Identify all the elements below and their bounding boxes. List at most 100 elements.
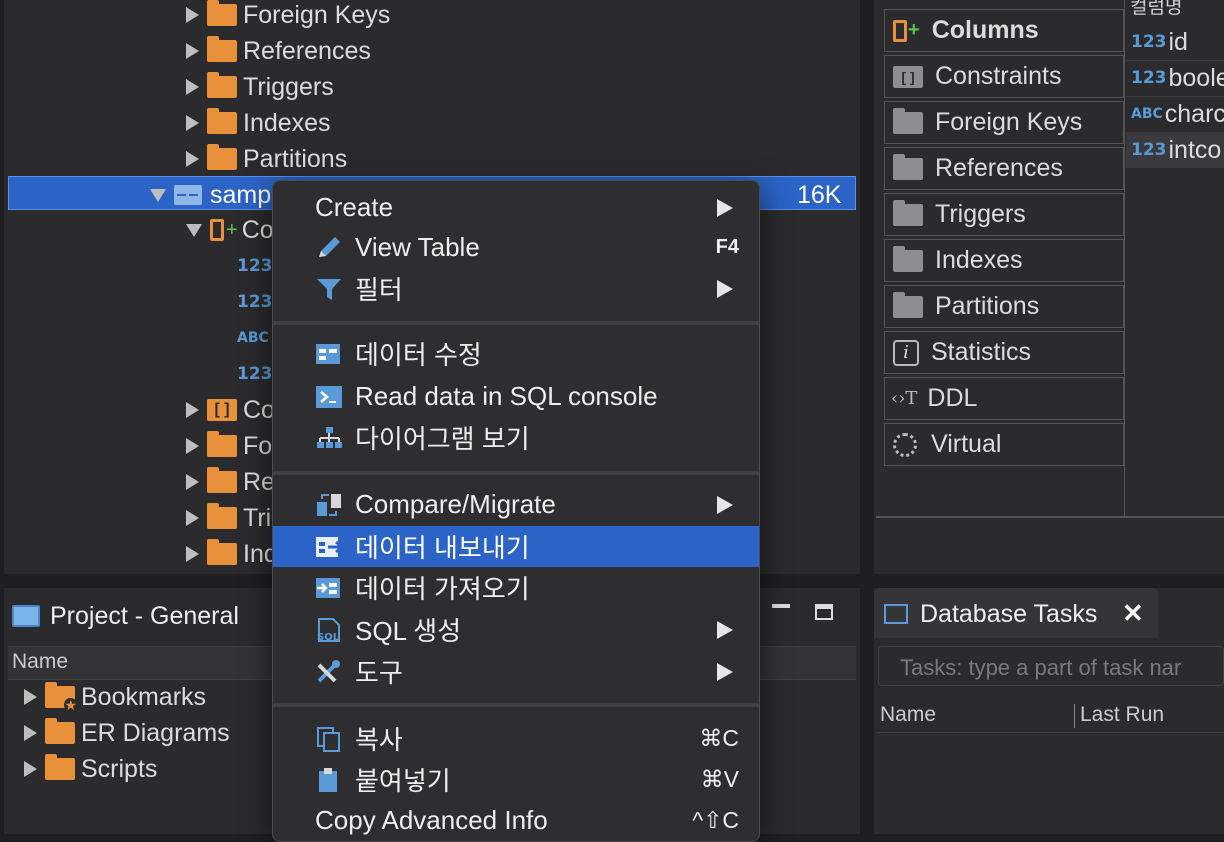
expand-arrow-icon[interactable]	[186, 43, 199, 59]
menu-item-view-diagram[interactable]: 다이어그램 보기	[273, 417, 759, 458]
tab-ddl[interactable]: ‹›TDDL	[884, 377, 1124, 420]
tab-label: Constraints	[935, 62, 1061, 91]
column-type-icon: ABC	[237, 320, 269, 356]
menu-item-paste[interactable]: 붙여넣기⌘V	[273, 759, 759, 800]
tree-item-triggers[interactable]: Triggers	[186, 69, 334, 105]
tab-references[interactable]: References	[884, 147, 1124, 190]
expand-arrow-icon[interactable]	[186, 546, 199, 562]
er-diagram-folder-icon	[45, 722, 75, 744]
folder-icon	[893, 250, 923, 272]
tab-triggers[interactable]: Triggers	[884, 193, 1124, 236]
tree-item-references-sub[interactable]: Re	[186, 464, 275, 500]
expand-arrow-icon[interactable]	[24, 761, 37, 777]
menu-item-copy[interactable]: 복사⌘C	[273, 718, 759, 759]
folder-icon	[207, 4, 237, 26]
expand-arrow-icon[interactable]	[186, 402, 199, 418]
tree-item-columns[interactable]: + Co	[186, 212, 274, 248]
folder-icon	[207, 40, 237, 62]
tab-constraints[interactable]: [ ]Constraints	[884, 55, 1124, 98]
expand-arrow-icon[interactable]	[24, 689, 37, 705]
submenu-arrow-icon	[717, 199, 733, 217]
folder-icon	[207, 507, 237, 529]
menu-item-create[interactable]: Create	[273, 187, 759, 228]
expand-arrow-icon[interactable]	[24, 725, 37, 741]
tab-foreign-keys[interactable]: Foreign Keys	[884, 101, 1124, 144]
menu-item-import-data[interactable]: 데이터 가져오기	[273, 567, 759, 608]
collapse-arrow-icon[interactable]	[186, 224, 202, 237]
type-icon: ABC	[1131, 106, 1163, 122]
menu-item-view-table[interactable]: View TableF4	[273, 227, 759, 268]
columns-icon	[893, 20, 907, 42]
expand-arrow-icon[interactable]	[186, 438, 199, 454]
menu-item-export-data[interactable]: 데이터 내보내기	[273, 526, 759, 567]
expand-arrow-icon[interactable]	[186, 474, 199, 490]
menu-item-copy-advanced-info[interactable]: Copy Advanced Info^⇧C	[273, 800, 759, 841]
column-name: intco	[1169, 136, 1222, 165]
tree-item-table-label[interactable]: samp	[150, 177, 271, 213]
project-tab[interactable]: Project - General	[12, 598, 239, 634]
expand-arrow-icon[interactable]	[186, 115, 199, 131]
menu-separator	[273, 703, 759, 707]
menu-item-generate-sql[interactable]: SQL SQL 생성	[273, 609, 759, 650]
tab-indexes[interactable]: Indexes	[884, 239, 1124, 282]
maximize-button[interactable]	[815, 604, 833, 620]
type-icon: 123	[1131, 68, 1167, 88]
close-tab-icon[interactable]: ✕	[1122, 598, 1144, 629]
tree-item-constraints[interactable]: [ ]Co	[186, 392, 275, 428]
columns-icon	[210, 219, 224, 241]
expand-arrow-icon[interactable]	[186, 79, 199, 95]
tab-statistics[interactable]: iStatistics	[884, 331, 1124, 374]
table-name: samp	[210, 181, 271, 210]
menu-item-tools[interactable]: 도구	[273, 651, 759, 692]
folder-icon	[207, 112, 237, 134]
folder-icon	[893, 296, 923, 318]
column-type-icon: 123	[237, 356, 273, 392]
tree-item-label: Bookmarks	[81, 683, 206, 712]
database-tasks-pane: Database Tasks ✕ Tasks: type a part of t…	[874, 588, 1224, 834]
submenu-arrow-icon	[717, 663, 733, 681]
virtual-icon	[893, 433, 917, 457]
table-size: 16K	[797, 177, 841, 213]
minimize-button[interactable]	[772, 604, 790, 608]
tree-item-foreign-keys[interactable]: Foreign Keys	[186, 0, 390, 33]
project-item-scripts[interactable]: Scripts	[24, 751, 157, 787]
column-row[interactable]: ABCcharc	[1126, 96, 1224, 133]
submenu-arrow-icon	[717, 280, 733, 298]
menu-item-read-sql-console[interactable]: Read data in SQL console	[273, 376, 759, 417]
tab-partitions[interactable]: Partitions	[884, 285, 1124, 328]
tasks-name-header[interactable]: Name	[880, 703, 936, 727]
scripts-folder-icon	[45, 758, 75, 780]
tree-item-foreign-keys-sub[interactable]: Fo	[186, 428, 272, 464]
project-item-er-diagrams[interactable]: ER Diagrams	[24, 715, 230, 751]
tree-item-label: Co	[243, 396, 275, 425]
tree-item-partitions[interactable]: Partitions	[186, 141, 347, 177]
tab-label: Partitions	[935, 292, 1039, 321]
menu-item-edit-data[interactable]: 데이터 수정	[273, 333, 759, 374]
tab-virtual[interactable]: Virtual	[884, 423, 1124, 466]
tree-item-indexes[interactable]: Indexes	[186, 105, 331, 141]
project-item-bookmarks[interactable]: ★Bookmarks	[24, 679, 206, 715]
column-type-icon: 123	[237, 248, 273, 284]
add-icon: +	[226, 219, 238, 242]
tasks-last-run-header[interactable]: Last Run	[1080, 703, 1164, 727]
expand-arrow-icon[interactable]	[186, 510, 199, 526]
expand-arrow-icon[interactable]	[186, 151, 199, 167]
name-column-header[interactable]: Name	[12, 650, 68, 674]
collapse-arrow-icon[interactable]	[150, 189, 166, 202]
tab-columns[interactable]: + Columns	[884, 9, 1124, 52]
column-row[interactable]: 123intco	[1126, 132, 1224, 168]
tree-item-label: Fo	[243, 432, 272, 461]
pencil-icon	[315, 235, 345, 261]
tree-item-triggers-sub[interactable]: Tri	[186, 500, 271, 536]
ddl-icon: ‹›T	[891, 388, 917, 409]
tree-item-label: Triggers	[243, 73, 334, 102]
column-row[interactable]: 123boole	[1126, 60, 1224, 97]
column-row[interactable]: 123id	[1126, 24, 1224, 61]
tree-item-references[interactable]: References	[186, 33, 371, 69]
sql-icon: SQL	[315, 617, 345, 643]
menu-item-filter[interactable]: 필터	[273, 268, 759, 309]
tree-item-indexes-sub[interactable]: Ind	[186, 536, 278, 572]
tab-column-divider	[1124, 0, 1125, 518]
expand-arrow-icon[interactable]	[186, 7, 199, 23]
menu-item-compare-migrate[interactable]: Compare/Migrate	[273, 484, 759, 525]
